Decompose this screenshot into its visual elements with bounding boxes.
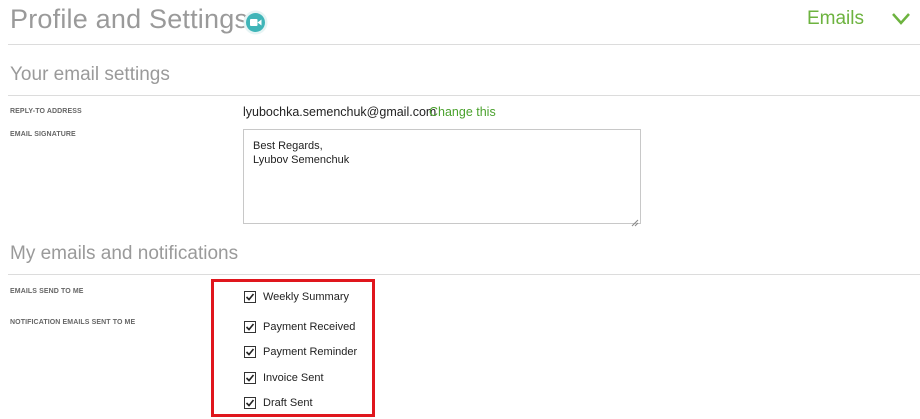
emails-send-label: EMAILS SEND TO ME bbox=[10, 288, 84, 295]
signature-textarea[interactable] bbox=[243, 129, 641, 224]
checkbox-row-payment-received[interactable]: Payment Received bbox=[244, 320, 355, 334]
resize-grip-icon[interactable] bbox=[631, 214, 639, 227]
checkbox-label: Invoice Sent bbox=[263, 372, 324, 384]
checkbox-row-payment-reminder[interactable]: Payment Reminder bbox=[244, 345, 357, 359]
email-settings-heading: Your email settings bbox=[10, 64, 170, 85]
checkbox-label: Draft Sent bbox=[263, 397, 313, 409]
notification-emails-label: NOTIFICATION EMAILS SENT TO ME bbox=[10, 319, 136, 326]
checkbox[interactable] bbox=[244, 372, 256, 384]
divider bbox=[8, 274, 920, 275]
checkbox-row-invoice-sent[interactable]: Invoice Sent bbox=[244, 371, 324, 385]
reply-to-value: lyubochka.semenchuk@gmail.com bbox=[243, 105, 437, 119]
reply-to-label: REPLY-TO ADDRESS bbox=[10, 108, 82, 115]
checkbox-label: Payment Reminder bbox=[263, 346, 358, 358]
chevron-down-icon[interactable] bbox=[890, 11, 912, 27]
change-reply-to-link[interactable]: Change this bbox=[429, 105, 496, 119]
page-title: Profile and Settings bbox=[10, 4, 249, 34]
checkbox[interactable] bbox=[244, 321, 256, 333]
video-camera-icon[interactable] bbox=[243, 10, 268, 35]
checkbox-label: Payment Received bbox=[263, 321, 356, 333]
checkbox-row-weekly-summary[interactable]: Weekly Summary bbox=[244, 290, 349, 304]
divider bbox=[8, 95, 920, 96]
checkbox[interactable] bbox=[244, 291, 256, 303]
checkbox[interactable] bbox=[244, 346, 256, 358]
checkbox-row-draft-sent[interactable]: Draft Sent bbox=[244, 396, 313, 410]
checkbox[interactable] bbox=[244, 397, 256, 409]
section-selector[interactable]: Emails bbox=[807, 8, 864, 30]
signature-label: EMAIL SIGNATURE bbox=[10, 131, 76, 138]
checkbox-label: Weekly Summary bbox=[263, 291, 349, 303]
divider bbox=[8, 44, 920, 45]
notifications-heading: My emails and notifications bbox=[10, 243, 239, 264]
